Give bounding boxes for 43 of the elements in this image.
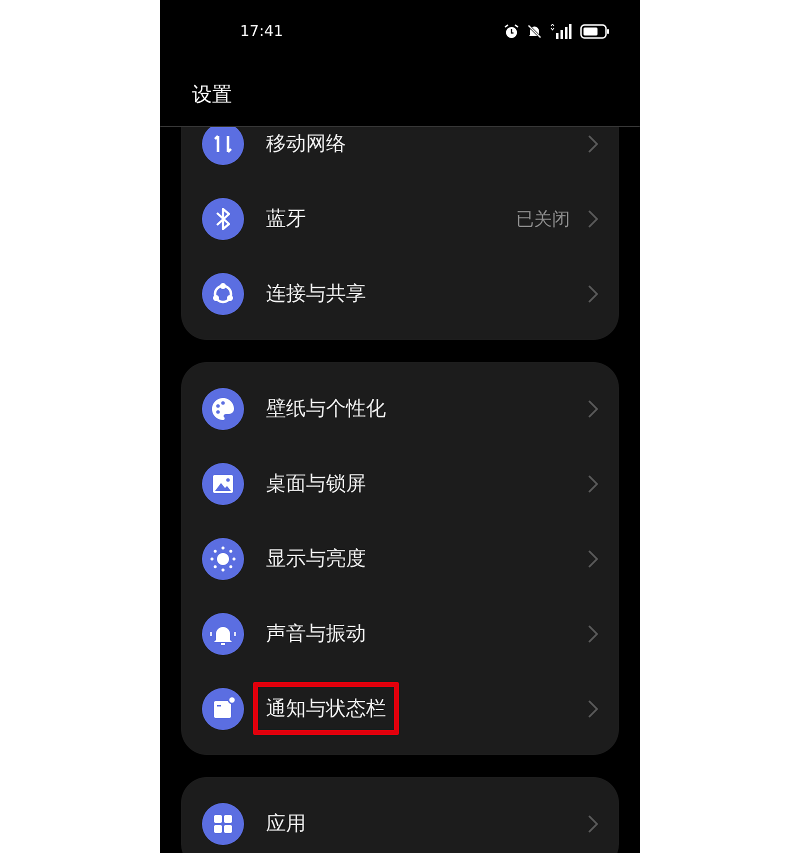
item-label: 桌面与锁屏: [265, 470, 367, 497]
signal-icon: [550, 24, 572, 38]
chevron-right-icon: [588, 210, 598, 228]
item-label: 移动网络: [265, 130, 347, 157]
palette-icon: [202, 388, 244, 430]
bluetooth-icon: [202, 198, 244, 240]
chevron-right-icon: [588, 134, 598, 152]
chevron-right-icon: [588, 550, 598, 568]
item-label: 连接与共享: [265, 280, 367, 307]
settings-item[interactable]: 声音与振动: [181, 596, 619, 671]
item-label: 壁纸与个性化: [265, 395, 387, 422]
settings-item[interactable]: 移动网络: [181, 127, 619, 181]
chevron-right-icon: [588, 700, 598, 718]
settings-item[interactable]: 连接与共享: [181, 256, 619, 331]
item-label: 声音与振动: [265, 620, 367, 647]
picture-icon: [202, 462, 244, 504]
item-label: 显示与亮度: [265, 545, 367, 572]
item-label: 蓝牙: [265, 205, 307, 232]
muted-bell-icon: [527, 24, 542, 38]
settings-item[interactable]: 显示与亮度: [181, 521, 619, 596]
sun-icon: [202, 538, 244, 580]
chevron-right-icon: [588, 624, 598, 642]
chevron-right-icon: [588, 400, 598, 418]
settings-item[interactable]: 蓝牙 已关闭: [181, 181, 619, 256]
page-title: 设置: [192, 80, 232, 108]
alarm-icon: [504, 24, 519, 38]
chevron-right-icon: [588, 814, 598, 832]
settings-item[interactable]: 应用: [181, 786, 619, 853]
bell-icon: [202, 612, 244, 654]
item-label: 应用: [265, 810, 307, 837]
status-value: 已关闭: [516, 208, 570, 230]
chevron-right-icon: [588, 284, 598, 302]
battery-icon: [580, 24, 610, 38]
share-icon: [202, 272, 244, 314]
notification-icon: [202, 688, 244, 730]
highlighted-label: 通知与状态栏: [253, 682, 399, 735]
settings-item[interactable]: 桌面与锁屏: [181, 446, 619, 521]
settings-item[interactable]: 壁纸与个性化: [181, 371, 619, 446]
mobile-data-icon: [202, 127, 244, 164]
chevron-right-icon: [588, 474, 598, 492]
status-time: 17:41: [240, 22, 284, 40]
settings-item[interactable]: 通知与状态栏: [181, 671, 619, 746]
apps-icon: [202, 802, 244, 844]
